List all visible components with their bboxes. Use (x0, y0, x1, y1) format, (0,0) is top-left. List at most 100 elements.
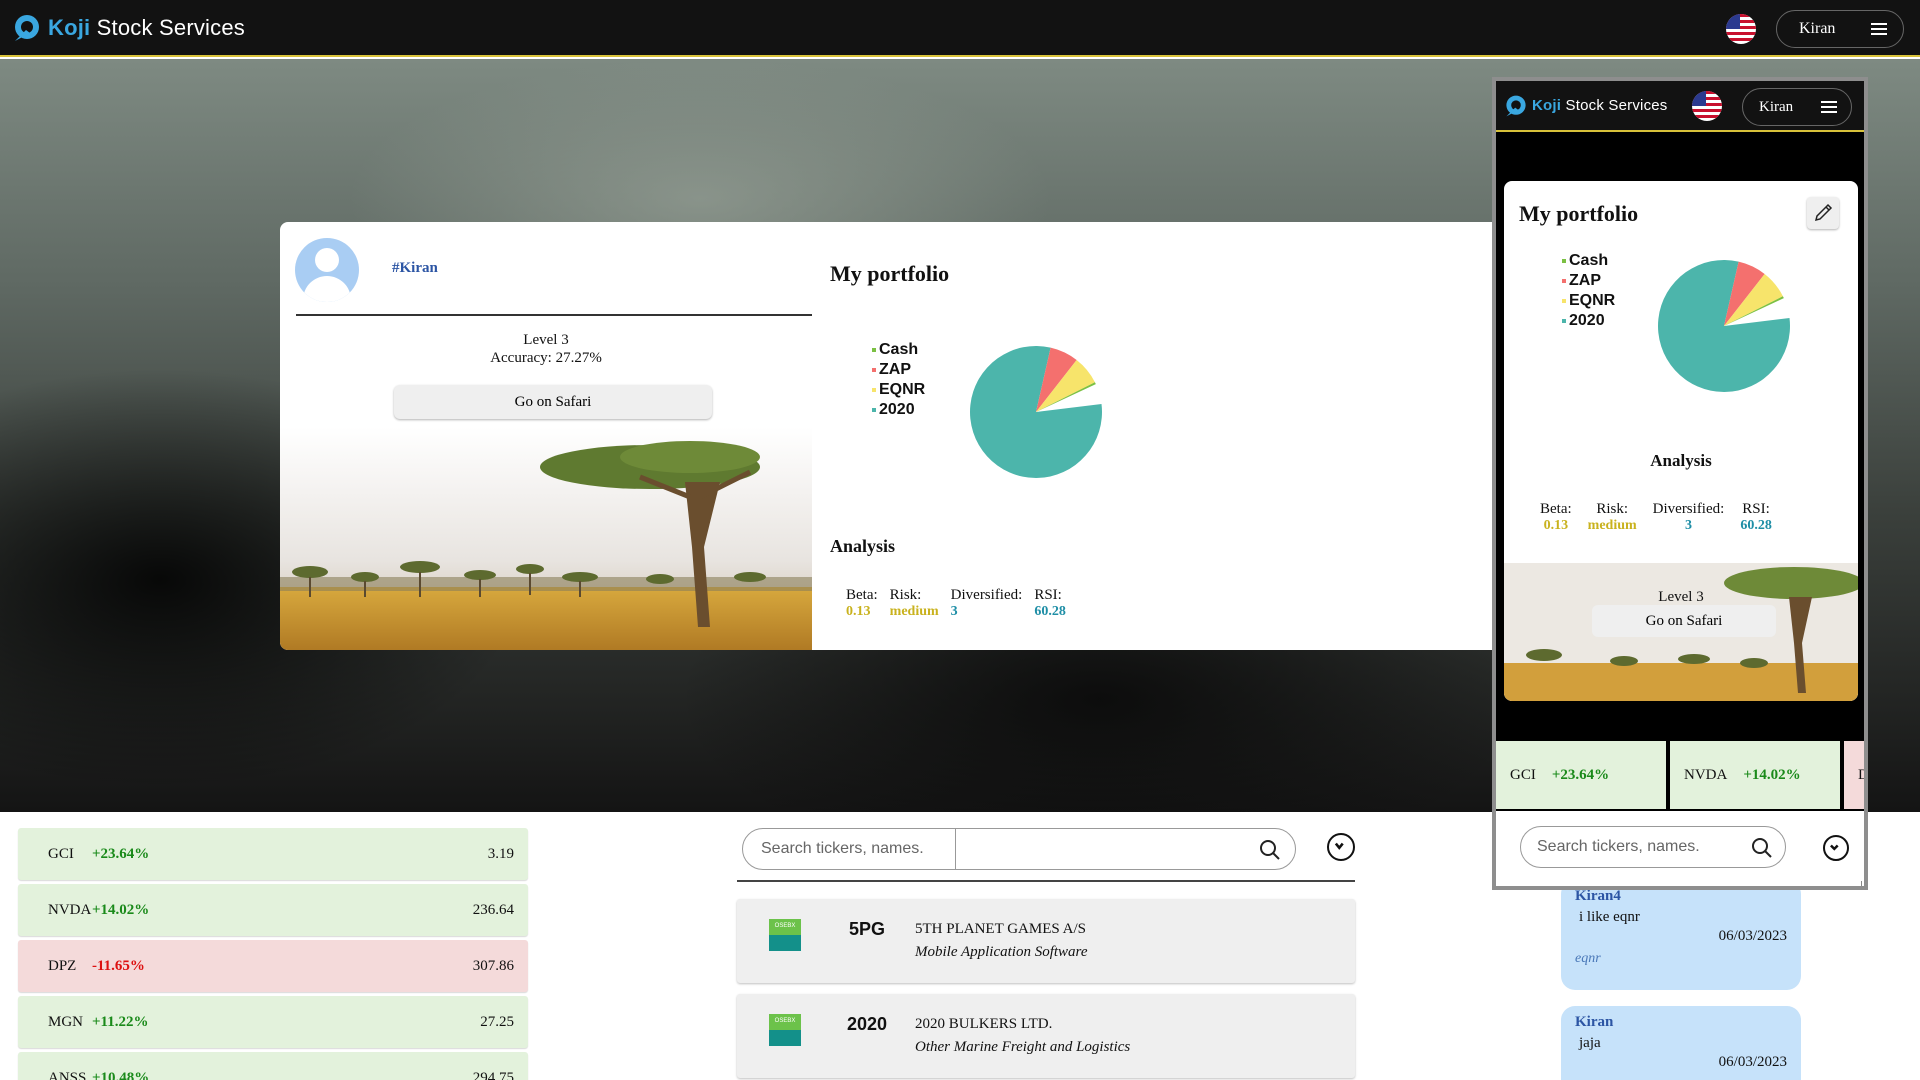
mobile-preview[interactable]: Koji Stock Services Kiran My portfolio C… (1492, 77, 1868, 890)
safari-illustration (280, 427, 812, 650)
comment-date: 06/03/2023 (1718, 1054, 1787, 1070)
comment-date: 06/03/2023 (1718, 928, 1787, 944)
beta-stat: Beta: 0.13 (1540, 501, 1572, 533)
ticker-list: GCI +23.64% 3.19 NVDA +14.02% 236.64 DPZ -11.… (18, 828, 528, 1080)
stock-name: 5TH PLANET GAMES A/S (915, 921, 1086, 937)
analysis-stats: Beta: 0.13 Risk: medium Diversified: 3 RSI:… (1540, 501, 1788, 534)
brand[interactable]: Koji Stock Services (12, 13, 245, 43)
ticker-card[interactable]: NVDA +14.02% (1670, 741, 1840, 809)
search-icon[interactable] (1259, 839, 1281, 861)
search-placeholder: Search tickers, names. (743, 829, 956, 869)
user-menu-button[interactable]: Kiran (1742, 88, 1852, 126)
pie-legend: Cash ZAP EQNR 2020 (872, 340, 925, 420)
comment-text: jaja (1579, 1035, 1601, 1051)
portfolio-pie-chart[interactable] (958, 334, 1114, 490)
legend-item[interactable]: Cash (1562, 251, 1615, 271)
brand-name: Koji Stock Services (1532, 97, 1668, 114)
profile-username[interactable]: #Kiran (392, 260, 438, 277)
stock-industry: Mobile Application Software (915, 944, 1088, 960)
user-name: Kiran (1799, 20, 1836, 37)
stock-symbol: 2020 (846, 1014, 888, 1034)
comment-user[interactable]: Kiran (1575, 1014, 1787, 1031)
brand-name: Koji Stock Services (48, 14, 245, 40)
ticker-row[interactable]: NVDA +14.02% 236.64 (18, 884, 528, 936)
legend-item[interactable]: Cash (872, 340, 925, 360)
legend-item[interactable]: EQNR (1562, 291, 1615, 311)
legend-item[interactable]: EQNR (872, 380, 925, 400)
pie-legend: Cash ZAP EQNR 2020 (1562, 251, 1615, 331)
legend-swatch (872, 348, 876, 352)
rsi-stat: RSI: 60.28 (1740, 501, 1772, 533)
ticker-card[interactable]: DPZ (1844, 741, 1864, 809)
stock-industry: Other Marine Freight and Logistics (915, 1039, 1131, 1055)
diversified-stat: Diversified: 3 (950, 587, 1023, 619)
comment-card[interactable]: Kiran jaja 06/03/2023 (1561, 1006, 1801, 1080)
avatar[interactable] (295, 238, 359, 302)
search-icon[interactable] (1751, 837, 1773, 859)
search-input[interactable]: Search tickers, names. (742, 828, 1296, 870)
legend-swatch (1562, 259, 1566, 263)
portfolio-title: My portfolio (830, 261, 950, 286)
mobile-navbar: Koji Stock Services Kiran (1496, 81, 1864, 132)
level-text: Level 3 (523, 332, 569, 348)
us-flag-icon[interactable] (1726, 14, 1756, 44)
top-navbar: Koji Stock Services Kiran (0, 0, 1920, 57)
search-placeholder: Search tickers, names. (1537, 838, 1700, 855)
portfolio-pie-chart[interactable] (1646, 248, 1802, 404)
analysis-stats: Beta: 0.13 Risk: medium Diversified: 3 RSI:… (846, 587, 1078, 620)
hamburger-menu-icon (1871, 23, 1887, 35)
analysis-title: Analysis (1650, 451, 1712, 470)
legend-item[interactable]: 2020 (872, 400, 925, 420)
koji-logo-icon[interactable] (1504, 94, 1528, 118)
ticker-card[interactable]: GCI +23.64% (1496, 741, 1666, 809)
profile-card: #Kiran Level 3 Accuracy: 27.27% Go on Sa… (280, 222, 812, 650)
mobile-search-area: Search tickers, names. (1496, 811, 1864, 886)
go-on-safari-button[interactable]: Go on Safari (1592, 605, 1776, 637)
portfolio-title: My portfolio (1519, 201, 1639, 226)
risk-stat: Risk: medium (1587, 501, 1637, 533)
legend-swatch (1562, 279, 1566, 283)
ticker-row[interactable]: ANSS +10.48% 294.75 (18, 1052, 528, 1080)
legend-swatch (1562, 319, 1566, 323)
user-menu-button[interactable]: Kiran (1776, 10, 1904, 48)
comment-user[interactable]: Kiran4 (1575, 888, 1787, 905)
legend-swatch (1562, 299, 1566, 303)
comment-text: i like eqnr (1579, 909, 1640, 925)
chevron-down-icon[interactable] (1823, 835, 1849, 861)
hamburger-menu-icon (1821, 101, 1837, 113)
pencil-icon[interactable] (1807, 197, 1839, 229)
beta-stat: Beta: 0.13 (846, 587, 878, 619)
us-flag-icon[interactable] (1692, 91, 1722, 121)
stock-result-row[interactable]: OSEBX 2020 2020 BULKERS LTD. Other Marin… (737, 994, 1355, 1078)
go-on-safari-button[interactable]: Go on Safari (394, 385, 712, 419)
mobile-ticker-strip: GCI+23.64% NVDA+14.02% DPZ (1496, 741, 1864, 811)
divider (737, 880, 1355, 882)
legend-swatch (872, 408, 876, 412)
legend-item[interactable]: 2020 (1562, 311, 1615, 331)
risk-stat: Risk: medium (889, 587, 939, 619)
resize-handle[interactable] (1854, 881, 1862, 886)
legend-item[interactable]: ZAP (872, 360, 925, 380)
comment-tag[interactable]: eqnr (1575, 951, 1787, 967)
legend-item[interactable]: ZAP (1562, 271, 1615, 291)
search-input[interactable]: Search tickers, names. (1520, 826, 1786, 868)
rsi-stat: RSI: 60.28 (1034, 587, 1066, 619)
accuracy-text: Accuracy: 27.27% (490, 350, 602, 366)
ticker-row[interactable]: GCI +23.64% 3.19 (18, 828, 528, 880)
ticker-row[interactable]: MGN +11.22% 27.25 (18, 996, 528, 1048)
stock-symbol: 5PG (848, 919, 886, 939)
analysis-title: Analysis (830, 536, 896, 556)
legend-swatch (872, 368, 876, 372)
ticker-row[interactable]: DPZ -11.65% 307.86 (18, 940, 528, 992)
diversified-stat: Diversified: 3 (1652, 501, 1725, 533)
chevron-down-icon[interactable] (1327, 833, 1355, 861)
divider (296, 314, 812, 316)
mobile-portfolio-card: My portfolio Cash ZAP EQNR 2020 Analysis… (1504, 181, 1858, 701)
comment-card[interactable]: Kiran4 i like eqnr 06/03/2023 eqnr (1561, 880, 1801, 990)
user-name: Kiran (1759, 98, 1794, 115)
legend-swatch (872, 388, 876, 392)
stock-result-row[interactable]: OSEBX 5PG 5TH PLANET GAMES A/S Mobile Ap… (737, 899, 1355, 983)
level-text: Level 3 (1658, 589, 1704, 605)
portfolio-panel: My portfolio Cash ZAP EQNR 2020 Analysis… (812, 222, 1492, 650)
stock-name: 2020 BULKERS LTD. (915, 1016, 1053, 1032)
